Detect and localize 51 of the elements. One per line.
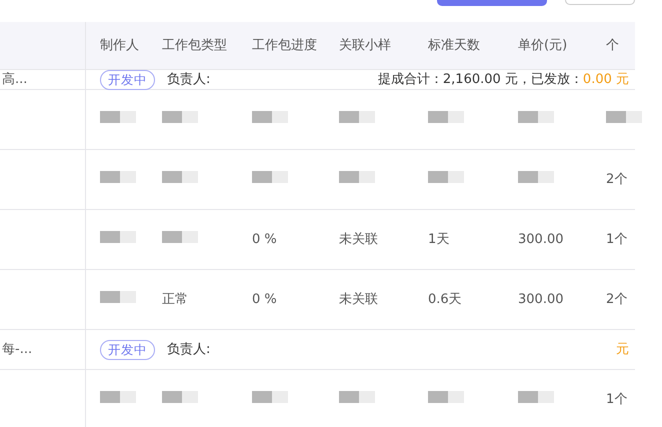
table-cell-text: 未关联 [339, 290, 379, 309]
redaction-mark [428, 110, 464, 123]
table-cell-text: 300.00 [518, 230, 564, 249]
table-cell-text: 2个 [606, 290, 628, 309]
table-cell-text: 1天 [428, 230, 450, 249]
redaction-mark [100, 230, 136, 243]
redaction-mark [162, 390, 198, 403]
redaction-mark [518, 170, 554, 183]
column-header: 标准天数 [428, 36, 481, 55]
redaction-mark [100, 170, 136, 183]
redaction-mark [100, 390, 136, 403]
redaction-mark [339, 110, 375, 123]
column-header: 工作包类型 [161, 36, 228, 55]
redaction-mark [339, 170, 375, 183]
table-cell-text: 2个 [606, 170, 628, 189]
table-cell-text: 正常 [161, 290, 189, 309]
group-title: 每-... [2, 340, 32, 359]
redaction-mark [518, 390, 554, 403]
table-cell-text: 1个 [606, 390, 628, 409]
redaction-mark [100, 290, 136, 303]
redaction-mark [252, 170, 288, 183]
column-header: 个 [606, 36, 620, 55]
redaction-mark [252, 390, 288, 403]
amount-text: 0.00 元 [582, 70, 629, 89]
table-cell-text: 1个 [606, 230, 628, 249]
table-cell-text: 未关联 [339, 230, 379, 249]
table-cell-text: 0.6天 [428, 290, 463, 309]
redaction-mark [428, 390, 464, 403]
owner-label: 负责人: [167, 340, 210, 359]
owner-label: 负责人: [167, 70, 210, 89]
table-cell-text: 0 % [251, 230, 278, 249]
table-cell-text: 0 % [251, 290, 278, 309]
redaction-mark [252, 110, 288, 123]
status-badge: 开发中 [100, 70, 155, 90]
redaction-mark [162, 110, 198, 123]
redaction-mark [428, 170, 464, 183]
redaction-mark [100, 110, 136, 123]
status-badge: 开发中 [100, 340, 155, 360]
column-header: 制作人 [99, 36, 140, 55]
redaction-mark [162, 170, 198, 183]
summary-text: 提成合计：2,160.00 元，已发放： [378, 70, 583, 89]
column-header: 关联小样 [339, 36, 392, 55]
redaction-mark [606, 110, 642, 123]
redaction-mark [162, 230, 198, 243]
column-header: 单价(元) [518, 36, 568, 55]
redaction-mark [339, 390, 375, 403]
column-header: 工作包进度 [251, 36, 318, 55]
amount-text: 元 [616, 340, 629, 359]
table-cell-text: 300.00 [518, 290, 564, 309]
group-title: 高... [2, 70, 28, 89]
redaction-mark [518, 110, 554, 123]
